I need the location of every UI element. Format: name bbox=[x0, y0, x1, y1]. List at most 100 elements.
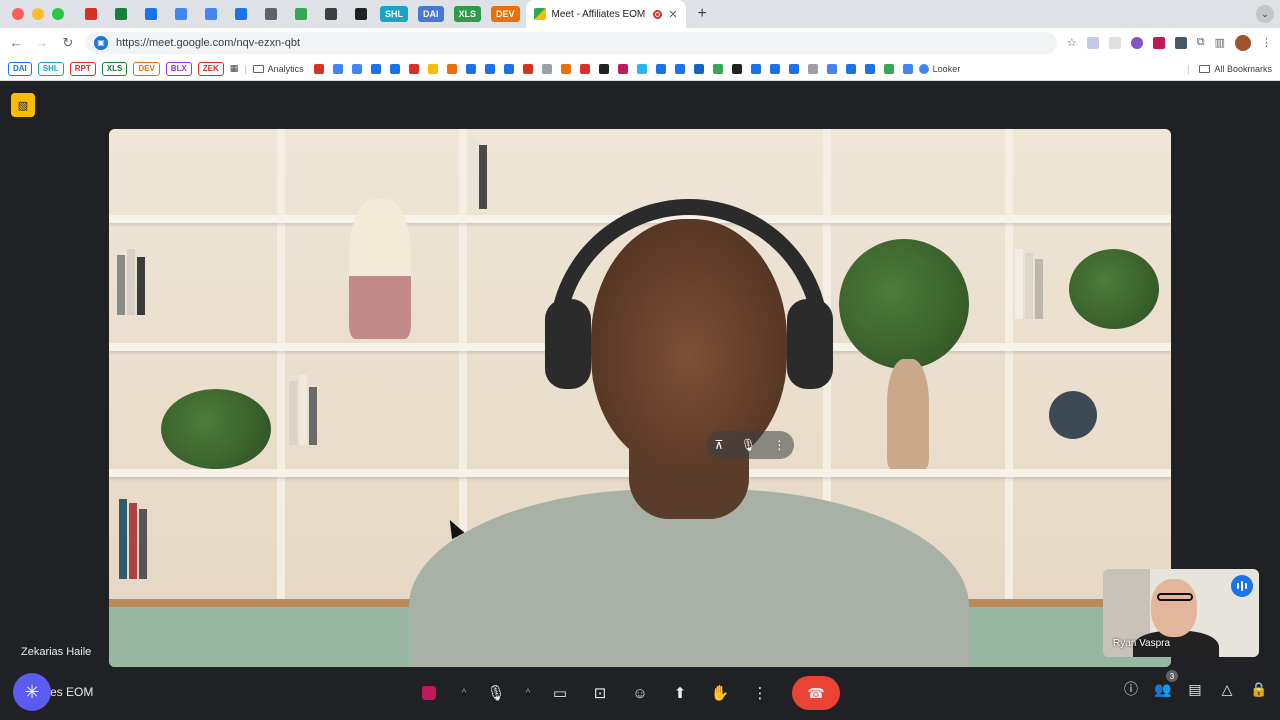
main-video-tile[interactable]: ⊼ 🎙 ⋮ bbox=[109, 129, 1171, 667]
bookmark-dev[interactable]: DEV bbox=[133, 61, 160, 76]
camera-button[interactable]: ▭ bbox=[542, 675, 578, 711]
bookmark-favicon-27-icon[interactable] bbox=[807, 63, 818, 74]
extension-3-icon[interactable] bbox=[1130, 36, 1143, 49]
chat-button[interactable]: ▤ bbox=[1186, 680, 1204, 698]
bookmark-favicon-13-icon[interactable] bbox=[541, 63, 552, 74]
people-button[interactable]: 👥 3 bbox=[1154, 670, 1178, 698]
extension-1-icon[interactable] bbox=[1086, 36, 1099, 49]
bookmark-favicon-10-icon[interactable] bbox=[484, 63, 495, 74]
bookmark-favicon-11-icon[interactable] bbox=[503, 63, 514, 74]
pinned-tab-looker-2[interactable] bbox=[198, 4, 224, 24]
bookmark-favicon-9-icon[interactable] bbox=[465, 63, 476, 74]
address-bar[interactable]: ▣ https://meet.google.com/nqv-ezxn-qbt bbox=[86, 31, 1057, 54]
pinned-tab-dai[interactable]: DAI bbox=[418, 6, 444, 22]
gemini-sparkle-icon[interactable]: ✳ bbox=[13, 673, 51, 711]
activities-button[interactable]: △ bbox=[1218, 680, 1236, 698]
bookmark-favicon-4-icon[interactable] bbox=[370, 63, 381, 74]
pinned-tab-sheets[interactable] bbox=[108, 4, 134, 24]
forward-icon[interactable]: → bbox=[34, 35, 50, 50]
pinned-tab-looker[interactable] bbox=[168, 4, 194, 24]
extensions-puzzle-icon[interactable]: ⧉ bbox=[1197, 36, 1205, 49]
bookmark-favicon-22-icon[interactable] bbox=[712, 63, 723, 74]
captions-button[interactable]: ⊡ bbox=[582, 675, 618, 711]
bookmark-favicon-8-icon[interactable] bbox=[446, 63, 457, 74]
bookmark-zek[interactable]: ZEK bbox=[197, 61, 224, 76]
active-tab[interactable]: Meet - Affiliates EOM ✕ bbox=[525, 0, 686, 28]
bookmark-favicon-24-icon[interactable] bbox=[750, 63, 761, 74]
extension-5-icon[interactable] bbox=[1174, 36, 1187, 49]
pinned-tab-star[interactable] bbox=[138, 4, 164, 24]
pinned-tab-docs[interactable] bbox=[258, 4, 284, 24]
meeting-details-button[interactable]: ⓘ bbox=[1122, 680, 1140, 698]
present-screen-button[interactable]: ⬆ bbox=[662, 675, 698, 711]
pinned-tab-notion[interactable] bbox=[348, 4, 374, 24]
pin-icon[interactable]: ⊼ bbox=[715, 438, 724, 452]
bookmark-favicon-21-icon[interactable] bbox=[693, 63, 704, 74]
tile-more-icon[interactable]: ⋮ bbox=[773, 438, 785, 452]
host-controls-button[interactable]: 🔒 bbox=[1250, 680, 1268, 698]
extension-4-icon[interactable] bbox=[1152, 36, 1165, 49]
raise-hand-button[interactable]: ✋ bbox=[702, 675, 738, 711]
apps-button[interactable] bbox=[408, 675, 450, 711]
bookmark-xls[interactable]: XLS bbox=[101, 61, 128, 76]
minimize-window-button[interactable] bbox=[32, 8, 44, 20]
bookmark-favicon-19-icon[interactable] bbox=[655, 63, 666, 74]
tab-search-button[interactable]: ⌄ bbox=[1256, 5, 1274, 23]
bookmark-favicon-1-icon[interactable] bbox=[313, 63, 324, 74]
pinned-tab-xls[interactable]: XLS bbox=[453, 6, 482, 22]
pinned-tab-dashboard[interactable] bbox=[228, 4, 254, 24]
bookmark-favicon-2-icon[interactable] bbox=[332, 63, 343, 74]
reload-icon[interactable]: ↻ bbox=[60, 35, 76, 51]
pinned-tab-cloud[interactable] bbox=[318, 4, 344, 24]
side-panel-icon[interactable]: ▥ bbox=[1215, 36, 1225, 49]
bookmark-favicon-29-icon[interactable] bbox=[845, 63, 856, 74]
bookmark-favicon-23-icon[interactable] bbox=[731, 63, 742, 74]
new-tab-button[interactable]: + bbox=[698, 5, 707, 23]
bookmark-favicon-31-icon[interactable] bbox=[883, 63, 894, 74]
extension-2-icon[interactable] bbox=[1108, 36, 1121, 49]
back-icon[interactable]: ← bbox=[8, 35, 24, 50]
bookmark-favicon-17-icon[interactable] bbox=[617, 63, 628, 74]
browser-menu-icon[interactable]: ⋮ bbox=[1261, 36, 1272, 49]
bookmark-analytics[interactable]: Analytics bbox=[252, 64, 304, 74]
bookmark-favicon-5-icon[interactable] bbox=[389, 63, 400, 74]
tab-close-icon[interactable]: ✕ bbox=[668, 8, 677, 21]
pinned-tab-shl[interactable]: SHL bbox=[380, 6, 408, 22]
bookmark-favicon-18-icon[interactable] bbox=[636, 63, 647, 74]
pinned-tab-drive[interactable] bbox=[288, 4, 314, 24]
video-options-caret-icon[interactable]: ^ bbox=[518, 675, 538, 711]
zoom-window-button[interactable] bbox=[52, 8, 64, 20]
bookmark-favicon-28-icon[interactable] bbox=[826, 63, 837, 74]
hide-self-view-icon[interactable]: ▧ bbox=[11, 93, 35, 117]
bookmark-favicon-6-icon[interactable] bbox=[408, 63, 419, 74]
bookmark-favicon-7-icon[interactable] bbox=[427, 63, 438, 74]
bookmark-shl[interactable]: SHL bbox=[37, 61, 64, 76]
bookmark-favicon-3-icon[interactable] bbox=[351, 63, 362, 74]
close-window-button[interactable] bbox=[12, 8, 24, 20]
bookmark-favicon-32-icon[interactable] bbox=[902, 63, 913, 74]
bookmark-favicon-26-icon[interactable] bbox=[788, 63, 799, 74]
leave-call-button[interactable]: ☎ bbox=[792, 676, 840, 710]
site-info-icon[interactable]: ▣ bbox=[94, 35, 108, 50]
bookmark-favicon-20-icon[interactable] bbox=[674, 63, 685, 74]
bookmark-rpt[interactable]: RPT bbox=[69, 61, 96, 76]
bookmark-favicon-14-icon[interactable] bbox=[560, 63, 571, 74]
bookmark-favicon-16-icon[interactable] bbox=[598, 63, 609, 74]
bookmark-favicon-12-icon[interactable] bbox=[522, 63, 533, 74]
pinned-tab-dev[interactable]: DEV bbox=[491, 6, 520, 22]
pinned-tab-gmail[interactable] bbox=[78, 4, 104, 24]
bookmark-favicon-25-icon[interactable] bbox=[769, 63, 780, 74]
bookmark-looker[interactable]: Looker bbox=[918, 63, 960, 74]
bookmark-favicon-15-icon[interactable] bbox=[579, 63, 590, 74]
tile-mic-icon[interactable]: 🎙 bbox=[741, 438, 756, 452]
audio-options-caret-icon[interactable]: ^ bbox=[454, 675, 474, 711]
reactions-button[interactable]: ☺ bbox=[622, 675, 658, 711]
profile-avatar[interactable] bbox=[1235, 34, 1251, 51]
bookmark-blx[interactable]: BLX bbox=[165, 61, 192, 76]
all-bookmarks[interactable]: | All Bookmarks bbox=[1187, 64, 1272, 74]
bookmark-star-icon[interactable]: ☆ bbox=[1067, 36, 1077, 49]
bookmark-favicon-30-icon[interactable] bbox=[864, 63, 875, 74]
bookmark-dai[interactable]: DAI bbox=[8, 61, 32, 76]
self-video-tile[interactable]: Ryan Vaspra bbox=[1103, 569, 1259, 657]
apps-grid-icon[interactable]: ▦ bbox=[230, 63, 239, 74]
